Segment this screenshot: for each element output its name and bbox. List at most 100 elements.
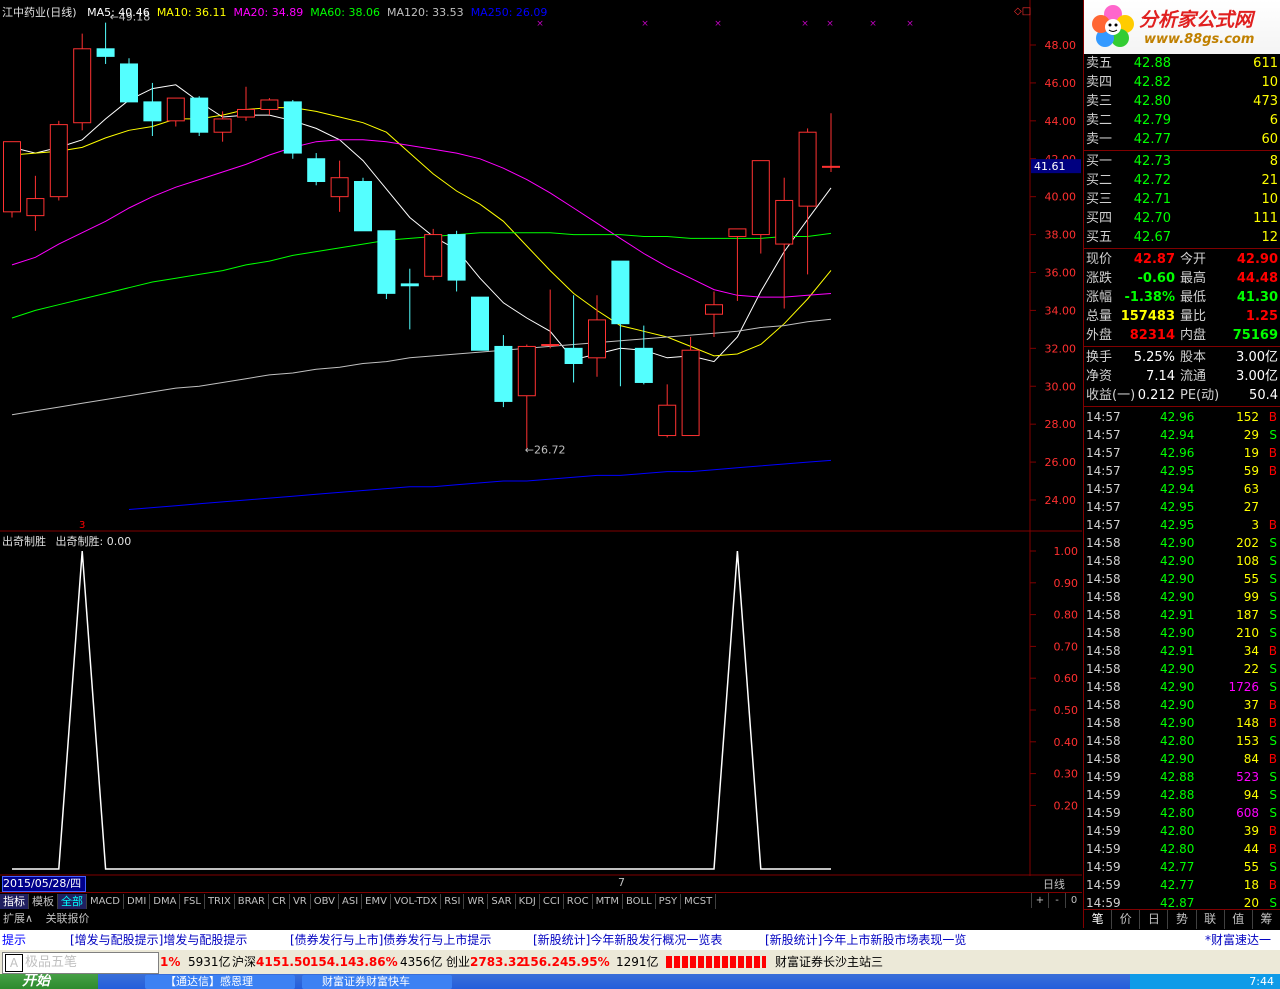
- indicator-tab-psy[interactable]: PSY: [656, 894, 682, 909]
- taskbar-item[interactable]: 财富证券财富快车: [302, 975, 452, 989]
- candle[interactable]: [354, 177, 372, 232]
- indicator-tab-wr[interactable]: WR: [464, 894, 489, 909]
- ask-row[interactable]: 卖五 42.88 611: [1084, 54, 1280, 73]
- bid-row[interactable]: 买三 42.71 10: [1084, 190, 1280, 209]
- news-tail[interactable]: *财富速达一: [1205, 930, 1271, 950]
- info-mine-icon[interactable]: ×: [714, 19, 722, 29]
- indicator-tab-mcst[interactable]: MCST: [681, 894, 717, 909]
- taskbar-item[interactable]: 【通达信】感恩理: [145, 975, 295, 989]
- candle[interactable]: [143, 82, 162, 136]
- ask-row[interactable]: 卖二 42.79 6: [1084, 111, 1280, 130]
- period-label[interactable]: 日线: [1043, 876, 1065, 892]
- candle[interactable]: [728, 228, 747, 301]
- info-mine-icon[interactable]: ×: [536, 19, 544, 29]
- news-item[interactable]: [增发与配股提示]增发与配股提示: [70, 930, 247, 950]
- indicator-tab-roc[interactable]: ROC: [564, 894, 593, 909]
- bid-row[interactable]: 买五 42.67 12: [1084, 228, 1280, 247]
- indicator-tab-指标[interactable]: 指标: [0, 894, 29, 909]
- kline-chart[interactable]: 48.0046.0044.0042.0040.0038.0036.0034.00…: [0, 0, 1082, 876]
- candle[interactable]: [494, 335, 513, 408]
- candle[interactable]: [798, 128, 817, 275]
- info-mine-icon[interactable]: ×: [641, 19, 649, 29]
- info-mine-icon[interactable]: ×: [826, 19, 834, 29]
- panel-tab[interactable]: 价: [1112, 910, 1141, 929]
- indicator-tab-macd[interactable]: MACD: [87, 894, 124, 909]
- panel-tab[interactable]: 值: [1225, 910, 1253, 929]
- candle[interactable]: [517, 344, 536, 449]
- news-item[interactable]: [新股统计]今年新股发行概况一览表: [533, 930, 722, 950]
- candle[interactable]: [73, 33, 92, 131]
- candle[interactable]: [190, 96, 209, 136]
- candle[interactable]: [751, 160, 770, 254]
- indicator-tab-sar[interactable]: SAR: [488, 894, 516, 909]
- indicator-tab-obv[interactable]: OBV: [311, 894, 339, 909]
- candle[interactable]: [588, 295, 606, 377]
- candle[interactable]: [658, 384, 677, 438]
- indicator-tab-kdj[interactable]: KDJ: [516, 894, 540, 909]
- candle[interactable]: [634, 325, 653, 385]
- indicator-tab-asi[interactable]: ASI: [339, 894, 363, 909]
- candle[interactable]: [471, 296, 489, 351]
- candle[interactable]: [681, 336, 700, 437]
- candle[interactable]: [237, 86, 255, 121]
- candle[interactable]: [447, 230, 466, 292]
- candle[interactable]: [166, 97, 185, 127]
- info-mine-icon[interactable]: ×: [801, 19, 809, 29]
- candle[interactable]: [377, 230, 396, 300]
- indicator-tab-全部[interactable]: 全部: [58, 894, 87, 909]
- kline-chart-area[interactable]: 48.0046.0044.0042.0040.0038.0036.0034.00…: [0, 0, 1082, 910]
- bid-row[interactable]: 买一 42.73 8: [1084, 152, 1280, 171]
- candle[interactable]: [307, 153, 326, 186]
- indicator-tab-cci[interactable]: CCI: [540, 894, 564, 909]
- candle[interactable]: [541, 289, 560, 349]
- info-mine-icon[interactable]: ×: [869, 19, 877, 29]
- panel-tab[interactable]: 势: [1168, 910, 1197, 929]
- indicator-tab-dma[interactable]: DMA: [150, 894, 181, 909]
- panel-tab[interactable]: 联: [1197, 910, 1225, 929]
- ime-toolbar[interactable]: A 极品五笔: [2, 952, 159, 974]
- news-item[interactable]: [债券发行与上市]债券发行与上市提示: [290, 930, 491, 950]
- candle[interactable]: [400, 268, 419, 330]
- indicator-tab-fsl[interactable]: FSL: [180, 894, 205, 909]
- ask-row[interactable]: 卖三 42.80 473: [1084, 92, 1280, 111]
- candle[interactable]: [96, 22, 115, 64]
- start-button[interactable]: 开始: [0, 974, 98, 989]
- candle[interactable]: [120, 58, 138, 103]
- indicator-tab-boll[interactable]: BOLL: [623, 894, 656, 909]
- indicator-tab-rsi[interactable]: RSI: [441, 894, 465, 909]
- info-mine-icon[interactable]: ×: [906, 19, 914, 29]
- indicator-tab-模板[interactable]: 模板: [29, 894, 58, 909]
- indicator-tab-trix[interactable]: TRIX: [205, 894, 235, 909]
- bid-row[interactable]: 买二 42.72 21: [1084, 171, 1280, 190]
- related-quotes-button[interactable]: 关联报价: [46, 912, 90, 925]
- expand-button[interactable]: 扩展∧: [3, 912, 33, 925]
- panel-tab[interactable]: 笔: [1084, 910, 1113, 929]
- indicator-tab-brar[interactable]: BRAR: [235, 894, 269, 909]
- tab-nav-button[interactable]: 0: [1065, 893, 1082, 908]
- candle[interactable]: [822, 113, 840, 173]
- window-control-icon[interactable]: ◇□: [1014, 6, 1031, 17]
- ask-row[interactable]: 卖一 42.77 60: [1084, 130, 1280, 149]
- indicator-tab-emv[interactable]: EMV: [362, 894, 391, 909]
- candle[interactable]: [3, 141, 21, 218]
- candle[interactable]: [330, 160, 349, 212]
- candle[interactable]: [283, 99, 302, 159]
- candle[interactable]: [705, 291, 723, 337]
- candle[interactable]: [611, 260, 630, 387]
- bid-row[interactable]: 买四 42.70 111: [1084, 209, 1280, 228]
- candle[interactable]: [775, 177, 794, 309]
- indicator-tab-dmi[interactable]: DMI: [124, 894, 151, 909]
- candle[interactable]: [49, 120, 68, 201]
- panel-tab[interactable]: 筹: [1253, 910, 1280, 929]
- candle[interactable]: [424, 228, 443, 281]
- panel-tab[interactable]: 日: [1140, 910, 1169, 929]
- candle[interactable]: [26, 175, 45, 231]
- news-item[interactable]: [新股统计]今年上市新股市场表现一览: [765, 930, 966, 950]
- tab-nav-button[interactable]: -: [1048, 893, 1065, 908]
- candle[interactable]: [564, 295, 583, 383]
- indicator-tab-vol-tdx[interactable]: VOL-TDX: [391, 894, 442, 909]
- indicator-tab-cr[interactable]: CR: [269, 894, 290, 909]
- candle[interactable]: [260, 98, 279, 116]
- tab-nav-button[interactable]: +: [1031, 893, 1048, 908]
- indicator-tab-mtm[interactable]: MTM: [593, 894, 623, 909]
